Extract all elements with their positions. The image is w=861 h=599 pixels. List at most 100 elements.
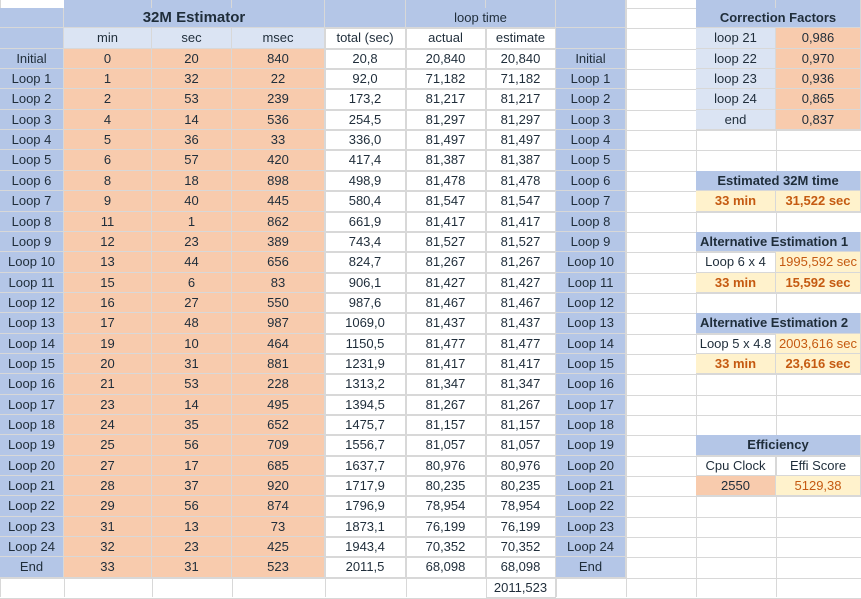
- min-cell[interactable]: 16: [64, 293, 152, 313]
- actual-cell[interactable]: 81,417: [406, 212, 486, 232]
- actual-cell[interactable]: 70,352: [406, 537, 486, 557]
- estimate-cell[interactable]: 81,497: [486, 130, 556, 150]
- actual-cell[interactable]: 81,527: [406, 232, 486, 252]
- min-cell[interactable]: 28: [64, 476, 152, 496]
- actual-cell[interactable]: 81,427: [406, 273, 486, 293]
- estimate-cell[interactable]: 81,157: [486, 415, 556, 435]
- total-cell[interactable]: 906,1: [325, 273, 406, 293]
- min-cell[interactable]: 5: [64, 130, 152, 150]
- msec-cell[interactable]: 239: [232, 89, 325, 110]
- total-cell[interactable]: 1556,7: [325, 435, 406, 456]
- total-cell[interactable]: 173,2: [325, 89, 406, 110]
- msec-cell[interactable]: 33: [232, 130, 325, 150]
- estimate-cell[interactable]: 81,417: [486, 354, 556, 374]
- total-cell[interactable]: 1717,9: [325, 476, 406, 496]
- estimate-cell[interactable]: 68,098: [486, 557, 556, 578]
- actual-cell[interactable]: 81,437: [406, 313, 486, 334]
- min-cell[interactable]: 17: [64, 313, 152, 334]
- correction-value[interactable]: 0,936: [776, 69, 861, 89]
- actual-cell[interactable]: 81,347: [406, 374, 486, 395]
- min-cell[interactable]: 8: [64, 171, 152, 191]
- min-cell[interactable]: 0: [64, 49, 152, 69]
- estimate-cell[interactable]: 81,437: [486, 313, 556, 334]
- actual-cell[interactable]: 81,157: [406, 415, 486, 435]
- correction-value[interactable]: 0,970: [776, 49, 861, 69]
- total-cell[interactable]: 1475,7: [325, 415, 406, 435]
- sec-cell[interactable]: 13: [152, 517, 232, 537]
- min-cell[interactable]: 32: [64, 537, 152, 557]
- sec-cell[interactable]: 10: [152, 334, 232, 354]
- total-cell[interactable]: 254,5: [325, 110, 406, 130]
- min-cell[interactable]: 27: [64, 456, 152, 476]
- estimate-cell[interactable]: 81,478: [486, 171, 556, 191]
- actual-cell[interactable]: 68,098: [406, 557, 486, 578]
- actual-cell[interactable]: 81,417: [406, 354, 486, 374]
- msec-cell[interactable]: 389: [232, 232, 325, 252]
- estimate-cell[interactable]: 81,297: [486, 110, 556, 130]
- actual-cell[interactable]: 81,267: [406, 395, 486, 415]
- sec-cell[interactable]: 40: [152, 191, 232, 212]
- msec-cell[interactable]: 523: [232, 557, 325, 578]
- sec-cell[interactable]: 18: [152, 171, 232, 191]
- total-cell[interactable]: 580,4: [325, 191, 406, 212]
- total-cell[interactable]: 1069,0: [325, 313, 406, 334]
- estimate-cell[interactable]: 81,387: [486, 150, 556, 171]
- total-cell[interactable]: 1231,9: [325, 354, 406, 374]
- actual-cell[interactable]: 81,057: [406, 435, 486, 456]
- sec-cell[interactable]: 36: [152, 130, 232, 150]
- estimate-cell[interactable]: 81,347: [486, 374, 556, 395]
- sec-cell[interactable]: 37: [152, 476, 232, 496]
- min-cell[interactable]: 31: [64, 517, 152, 537]
- sec-cell[interactable]: 27: [152, 293, 232, 313]
- actual-cell[interactable]: 76,199: [406, 517, 486, 537]
- actual-cell[interactable]: 81,267: [406, 252, 486, 273]
- correction-value[interactable]: 0,986: [776, 28, 861, 49]
- estimate-sum-cell[interactable]: 2011,523: [486, 578, 556, 598]
- sec-cell[interactable]: 31: [152, 557, 232, 578]
- sec-cell[interactable]: 35: [152, 415, 232, 435]
- total-cell[interactable]: 417,4: [325, 150, 406, 171]
- msec-cell[interactable]: 898: [232, 171, 325, 191]
- msec-cell[interactable]: 862: [232, 212, 325, 232]
- total-cell[interactable]: 743,4: [325, 232, 406, 252]
- total-cell[interactable]: 1313,2: [325, 374, 406, 395]
- min-cell[interactable]: 20: [64, 354, 152, 374]
- msec-cell[interactable]: 495: [232, 395, 325, 415]
- msec-cell[interactable]: 550: [232, 293, 325, 313]
- msec-cell[interactable]: 874: [232, 496, 325, 517]
- actual-cell[interactable]: 81,217: [406, 89, 486, 110]
- min-cell[interactable]: 24: [64, 415, 152, 435]
- sec-cell[interactable]: 1: [152, 212, 232, 232]
- min-cell[interactable]: 1: [64, 69, 152, 89]
- min-cell[interactable]: 12: [64, 232, 152, 252]
- estimate-cell[interactable]: 81,477: [486, 334, 556, 354]
- correction-value[interactable]: 0,865: [776, 89, 861, 110]
- msec-cell[interactable]: 656: [232, 252, 325, 273]
- min-cell[interactable]: 15: [64, 273, 152, 293]
- correction-value[interactable]: 0,837: [776, 110, 861, 130]
- msec-cell[interactable]: 420: [232, 150, 325, 171]
- sec-cell[interactable]: 56: [152, 435, 232, 456]
- estimate-cell[interactable]: 78,954: [486, 496, 556, 517]
- total-cell[interactable]: 336,0: [325, 130, 406, 150]
- actual-cell[interactable]: 80,235: [406, 476, 486, 496]
- total-cell[interactable]: 1637,7: [325, 456, 406, 476]
- msec-cell[interactable]: 652: [232, 415, 325, 435]
- msec-cell[interactable]: 425: [232, 537, 325, 557]
- estimate-cell[interactable]: 81,417: [486, 212, 556, 232]
- msec-cell[interactable]: 83: [232, 273, 325, 293]
- min-cell[interactable]: 25: [64, 435, 152, 456]
- total-cell[interactable]: 92,0: [325, 69, 406, 89]
- msec-cell[interactable]: 709: [232, 435, 325, 456]
- total-cell[interactable]: 20,8: [325, 49, 406, 69]
- actual-cell[interactable]: 81,547: [406, 191, 486, 212]
- sec-cell[interactable]: 23: [152, 232, 232, 252]
- msec-cell[interactable]: 840: [232, 49, 325, 69]
- sec-cell[interactable]: 57: [152, 150, 232, 171]
- min-cell[interactable]: 23: [64, 395, 152, 415]
- min-cell[interactable]: 2: [64, 89, 152, 110]
- msec-cell[interactable]: 445: [232, 191, 325, 212]
- actual-cell[interactable]: 20,840: [406, 49, 486, 69]
- estimate-cell[interactable]: 20,840: [486, 49, 556, 69]
- total-cell[interactable]: 1943,4: [325, 537, 406, 557]
